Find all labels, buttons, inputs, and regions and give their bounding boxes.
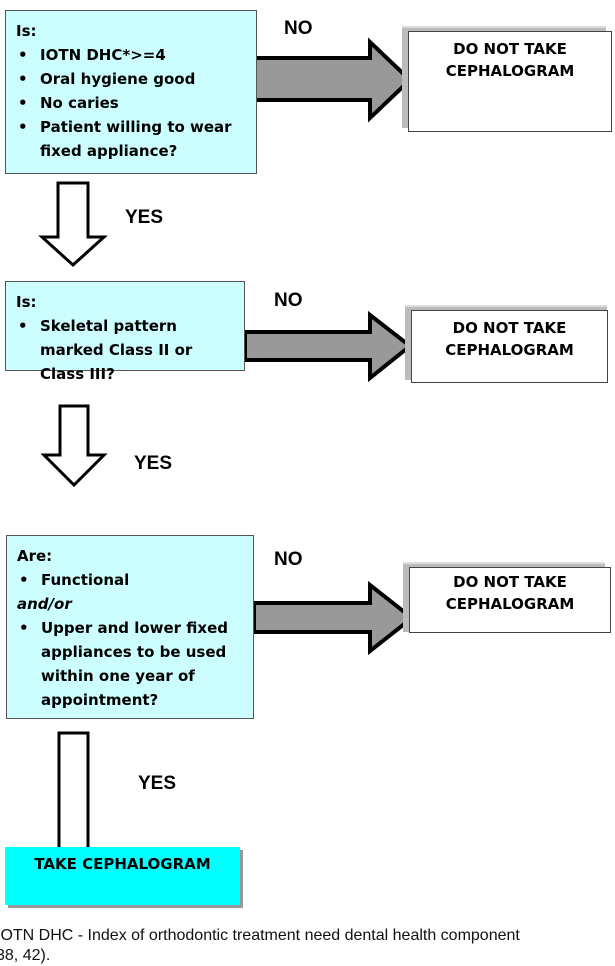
no-label: NO — [274, 549, 303, 570]
yes-label: YES — [134, 453, 173, 474]
outcome-box-2: DO NOT TAKE CEPHALOGRAM — [411, 310, 608, 383]
criterion: Patient willing to wear fixed appliance? — [16, 115, 246, 163]
criterion: Oral hygiene good — [16, 67, 246, 91]
footnote-line: 38, 42). — [0, 947, 51, 964]
question-box-3: Are: Functional and/or Upper and lower f… — [6, 535, 254, 719]
criterion: Upper and lower fixed appliances to be u… — [17, 616, 243, 712]
yes-label: YES — [125, 207, 164, 228]
criterion: Skeletal pattern marked Class II or Clas… — [16, 314, 234, 386]
outcome-box-3: DO NOT TAKE CEPHALOGRAM — [409, 567, 611, 633]
question-box-1: Is: IOTN DHC*>=4 Oral hygiene good No ca… — [5, 10, 257, 174]
footnote-line: IOTN DHC - Index of orthodontic treatmen… — [0, 927, 520, 944]
yes-arrow-1 — [38, 181, 108, 268]
no-label: NO — [284, 18, 313, 39]
criterion: Functional — [17, 568, 243, 592]
connector-text: and/or — [17, 595, 72, 613]
no-arrow-3 — [252, 580, 416, 656]
footnote: IOTN DHC - Index of orthodontic treatmen… — [0, 926, 520, 966]
question-heading: Is: — [16, 293, 37, 311]
yes-label: YES — [138, 773, 177, 794]
question-heading: Are: — [17, 547, 53, 565]
question-box-2: Is: Skeletal pattern marked Class II or … — [5, 281, 245, 383]
yes-arrow-2 — [40, 404, 108, 488]
question-heading: Is: — [16, 22, 37, 40]
criterion: IOTN DHC*>=4 — [16, 43, 246, 67]
no-arrow-1 — [253, 37, 413, 123]
final-outcome-box: TAKE CEPHALOGRAM — [5, 847, 240, 905]
no-arrow-2 — [243, 310, 414, 383]
criterion: No caries — [16, 91, 246, 115]
outcome-box-1: DO NOT TAKE CEPHALOGRAM — [408, 31, 612, 132]
no-label: NO — [274, 290, 303, 311]
